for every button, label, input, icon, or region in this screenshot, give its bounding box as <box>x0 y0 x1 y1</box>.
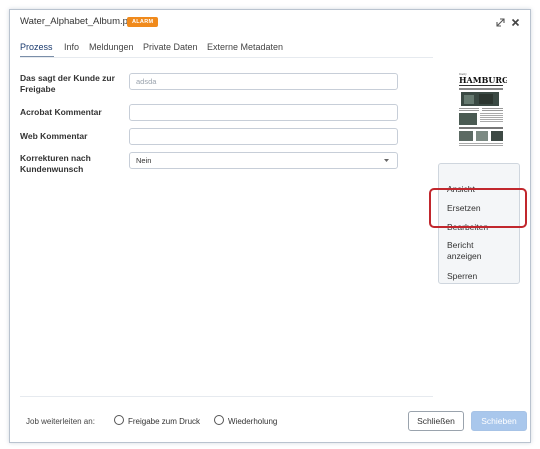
radio-repeat-label[interactable]: Wiederholung <box>228 417 277 426</box>
menu-item-sperren[interactable]: Sperren <box>447 271 477 282</box>
radio-release-to-print[interactable] <box>114 415 124 425</box>
acrobat-comment-field[interactable] <box>129 104 398 121</box>
document-dialog: Water_Alphabet_Album.pdf ALARM Prozess I… <box>9 9 531 443</box>
web-comment-field[interactable] <box>129 128 398 145</box>
menu-item-bericht-anzeigen[interactable]: Bericht anzeigen <box>447 240 497 262</box>
tab-info[interactable]: Info <box>64 42 79 52</box>
tab-prozess[interactable]: Prozess <box>20 42 53 52</box>
corrections-select[interactable]: Nein <box>129 152 398 169</box>
close-icon[interactable] <box>510 17 521 28</box>
push-button[interactable]: Schieben <box>471 411 527 431</box>
footer-divider <box>20 396 433 397</box>
tab-meldungen[interactable]: Meldungen <box>89 42 134 52</box>
close-button[interactable]: Schließen <box>408 411 464 431</box>
tabs-divider <box>20 57 433 58</box>
alarm-badge: ALARM <box>127 17 159 27</box>
acrobat-comment-label: Acrobat Kommentar <box>20 107 102 117</box>
customer-feedback-field: adsda <box>129 73 398 90</box>
tab-private-daten[interactable]: Private Daten <box>143 42 198 52</box>
page-thumbnail[interactable]: Daily HAMBURG <box>455 70 507 150</box>
customer-feedback-label: Das sagt der Kunde zur Freigabe <box>20 73 115 94</box>
corrections-select-value: Nein <box>136 156 152 165</box>
title-bar: Water_Alphabet_Album.pdf ALARM <box>10 10 530 34</box>
expand-icon[interactable] <box>495 17 506 28</box>
corrections-label: Korrekturen nach Kundenwunsch <box>20 153 91 174</box>
chevron-down-icon <box>384 159 389 162</box>
radio-release-label[interactable]: Freigabe zum Druck <box>128 417 200 426</box>
web-comment-label: Web Kommentar <box>20 131 88 141</box>
highlight-annotation <box>429 188 527 228</box>
radio-repeat[interactable] <box>214 415 224 425</box>
window-title: Water_Alphabet_Album.pdf <box>20 16 136 27</box>
forward-label: Job weiterleiten an: <box>26 417 95 426</box>
thumbnail-masthead: HAMBURG <box>459 75 507 85</box>
tab-externe-metadaten[interactable]: Externe Metadaten <box>207 42 283 52</box>
